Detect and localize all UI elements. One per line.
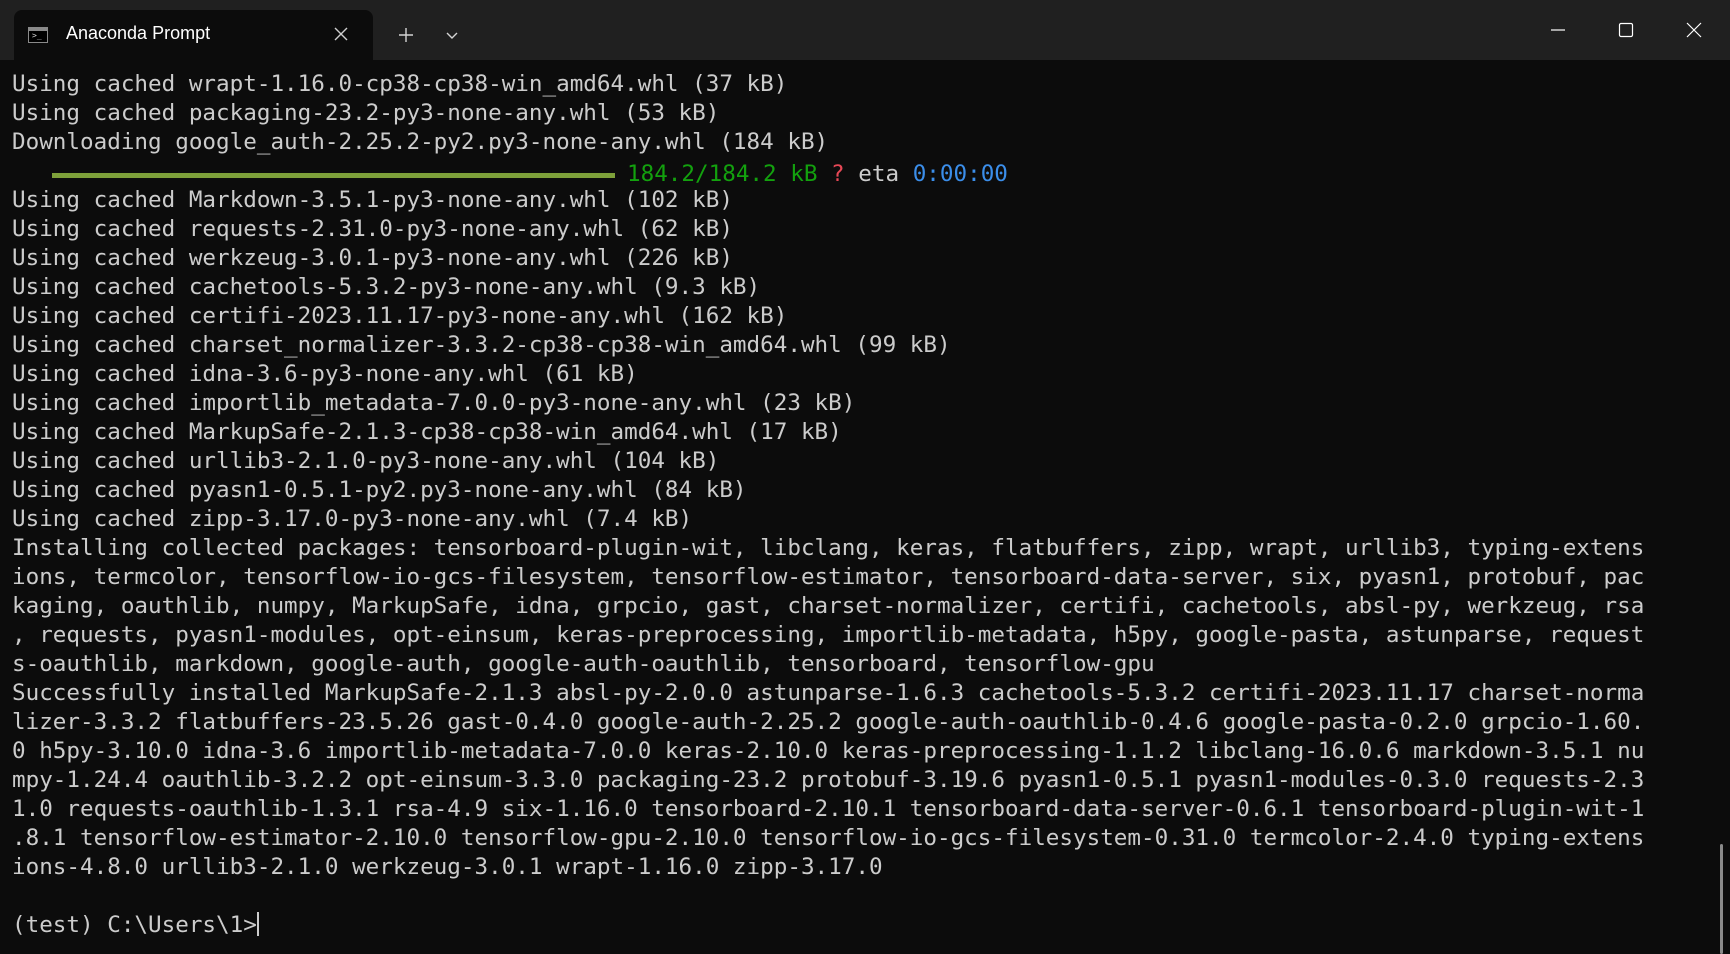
- terminal-line: Using cached Markdown-3.5.1-py3-none-any…: [12, 187, 733, 213]
- window-close-button[interactable]: [1660, 0, 1728, 60]
- command-prompt[interactable]: (test) C:\Users\1>: [12, 911, 259, 940]
- terminal-line: 0 h5py-3.10.0 idna-3.6 importlib-metadat…: [12, 738, 1645, 764]
- progress-eta-label: eta: [858, 161, 900, 187]
- terminal-line: Using cached cachetools-5.3.2-py3-none-a…: [12, 274, 761, 300]
- new-tab-button[interactable]: [388, 20, 424, 50]
- terminal-line: Using cached urllib3-2.1.0-py3-none-any.…: [12, 448, 720, 474]
- terminal-line: Using cached certifi-2023.11.17-py3-none…: [12, 303, 788, 329]
- tab-dropdown-button[interactable]: [434, 20, 470, 50]
- plus-icon: [399, 28, 413, 42]
- terminal-line: , requests, pyasn1-modules, opt-einsum, …: [12, 622, 1645, 648]
- tab-anaconda-prompt[interactable]: >_ Anaconda Prompt: [14, 10, 373, 60]
- close-icon: [1686, 22, 1702, 38]
- terminal-line: Installing collected packages: tensorboa…: [12, 535, 1645, 561]
- terminal-icon: >_: [28, 27, 48, 43]
- terminal-line: kaging, oauthlib, numpy, MarkupSafe, idn…: [12, 593, 1645, 619]
- minimize-button[interactable]: [1524, 0, 1592, 60]
- maximize-icon: [1618, 22, 1634, 38]
- terminal-line: Using cached charset_normalizer-3.3.2-cp…: [12, 332, 951, 358]
- terminal-line: Using cached pyasn1-0.5.1-py2.py3-none-a…: [12, 477, 747, 503]
- chevron-down-icon: [446, 32, 458, 39]
- terminal-line: ions-4.8.0 urllib3-2.1.0 werkzeug-3.0.1 …: [12, 854, 883, 880]
- terminal-line: Using cached werkzeug-3.0.1-py3-none-any…: [12, 245, 733, 271]
- terminal-line: .8.1 tensorflow-estimator-2.10.0 tensorf…: [12, 825, 1645, 851]
- terminal-line: Using cached importlib_metadata-7.0.0-py…: [12, 390, 856, 416]
- text-cursor: [256, 912, 259, 936]
- terminal-line: 1.0 requests-oauthlib-1.3.1 rsa-4.9 six-…: [12, 796, 1645, 822]
- maximize-button[interactable]: [1592, 0, 1660, 60]
- terminal-line: Successfully installed MarkupSafe-2.1.3 …: [12, 680, 1645, 706]
- terminal-output[interactable]: Using cached wrapt-1.16.0-cp38-cp38-win_…: [0, 60, 1712, 954]
- terminal-line: Using cached wrapt-1.16.0-cp38-cp38-win_…: [12, 71, 788, 97]
- download-progress-text: 184.2/184.2 kB ? eta 0:00:00: [627, 160, 1008, 189]
- vertical-scrollbar[interactable]: [1712, 60, 1730, 954]
- terminal-line: ions, termcolor, tensorflow-io-gcs-files…: [12, 564, 1645, 590]
- download-progress-fill: [52, 173, 615, 178]
- terminal-line: Downloading google_auth-2.25.2-py2.py3-n…: [12, 129, 829, 155]
- terminal-line: Using cached requests-2.31.0-py3-none-an…: [12, 216, 733, 242]
- minimize-icon: [1551, 29, 1565, 31]
- close-icon: [334, 27, 348, 41]
- progress-eta: 0:00:00: [912, 161, 1008, 187]
- tab-title: Anaconda Prompt: [66, 23, 211, 43]
- progress-size: 184.2/184.2 kB: [627, 161, 818, 187]
- title-bar: >_ Anaconda Prompt: [0, 0, 1730, 60]
- terminal-line: Using cached MarkupSafe-2.1.3-cp38-cp38-…: [12, 419, 842, 445]
- progress-unknown: ?: [831, 161, 845, 187]
- terminal-line: mpy-1.24.4 oauthlib-3.2.2 opt-einsum-3.3…: [12, 767, 1645, 793]
- terminal-line: Using cached idna-3.6-py3-none-any.whl (…: [12, 361, 638, 387]
- download-progress-bar: [52, 173, 615, 178]
- terminal-line: Using cached zipp-3.17.0-py3-none-any.wh…: [12, 506, 693, 532]
- scrollbar-thumb[interactable]: [1720, 844, 1723, 954]
- terminal-line: s-oauthlib, markdown, google-auth, googl…: [12, 651, 1155, 677]
- prompt-text: (test) C:\Users\1>: [12, 912, 257, 938]
- terminal-line: lizer-3.3.2 flatbuffers-23.5.26 gast-0.4…: [12, 709, 1645, 735]
- tab-close-button[interactable]: [330, 23, 352, 45]
- terminal-line: Using cached packaging-23.2-py3-none-any…: [12, 100, 720, 126]
